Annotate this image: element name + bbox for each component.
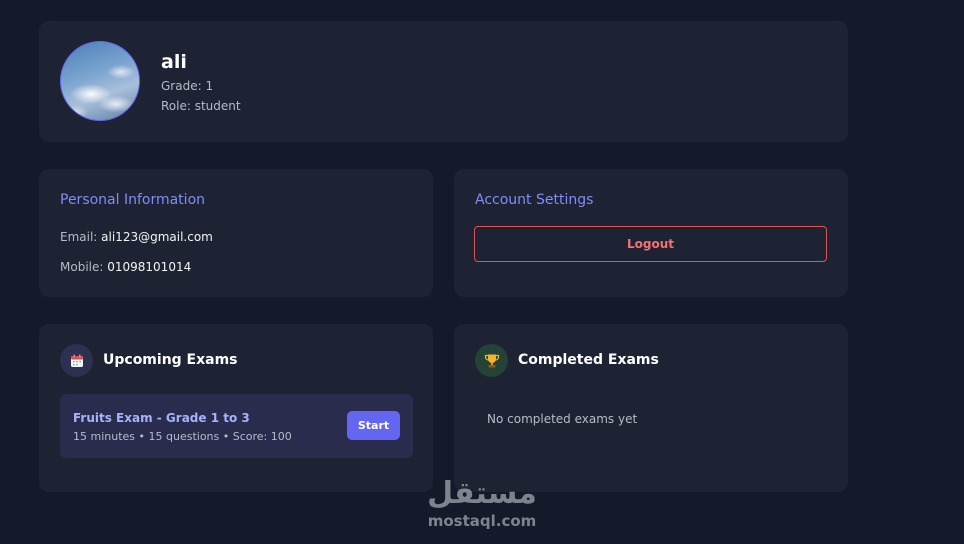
exam-title: Fruits Exam - Grade 1 to 3 (73, 411, 250, 425)
profile-name: ali (161, 51, 187, 73)
completed-exams-card: Completed Exams No completed exams yet (454, 324, 848, 492)
watermark-arabic: مستقل (427, 476, 537, 511)
avatar (60, 41, 140, 121)
mobile-label: Mobile: (60, 260, 108, 274)
start-exam-button[interactable]: Start (347, 411, 400, 440)
upcoming-exams-card: Upcoming Exams Fruits Exam - Grade 1 to … (39, 324, 433, 492)
logout-button[interactable]: Logout (474, 226, 827, 262)
profile-card: ali Grade: 1 Role: student (39, 21, 848, 142)
profile-role: Role: student (161, 99, 241, 113)
watermark-logo: مستقل mostaql.com (420, 476, 544, 536)
watermark-latin: mostaql.com (427, 512, 537, 530)
mobile-row: Mobile: 01098101014 (60, 260, 191, 274)
personal-information-card: Personal Information Email: ali123@gmail… (39, 169, 433, 297)
account-settings-card: Account Settings Logout (454, 169, 848, 297)
exam-details: 15 minutes • 15 questions • Score: 100 (73, 430, 292, 443)
list-item: Fruits Exam - Grade 1 to 3 15 minutes • … (60, 394, 413, 458)
email-label: Email: (60, 230, 102, 244)
email-row: Email: ali123@gmail.com (60, 230, 213, 244)
personal-information-title: Personal Information (60, 192, 206, 208)
mobile-value: 01098101014 (107, 260, 192, 274)
trophy-icon (475, 344, 508, 377)
upcoming-exams-heading: Upcoming Exams (103, 352, 238, 368)
profile-grade: Grade: 1 (161, 79, 214, 93)
account-settings-title: Account Settings (475, 192, 594, 208)
completed-exams-heading: Completed Exams (518, 352, 659, 368)
email-value: ali123@gmail.com (101, 230, 213, 244)
calendar-icon (60, 344, 93, 377)
empty-state-text: No completed exams yet (487, 412, 638, 426)
